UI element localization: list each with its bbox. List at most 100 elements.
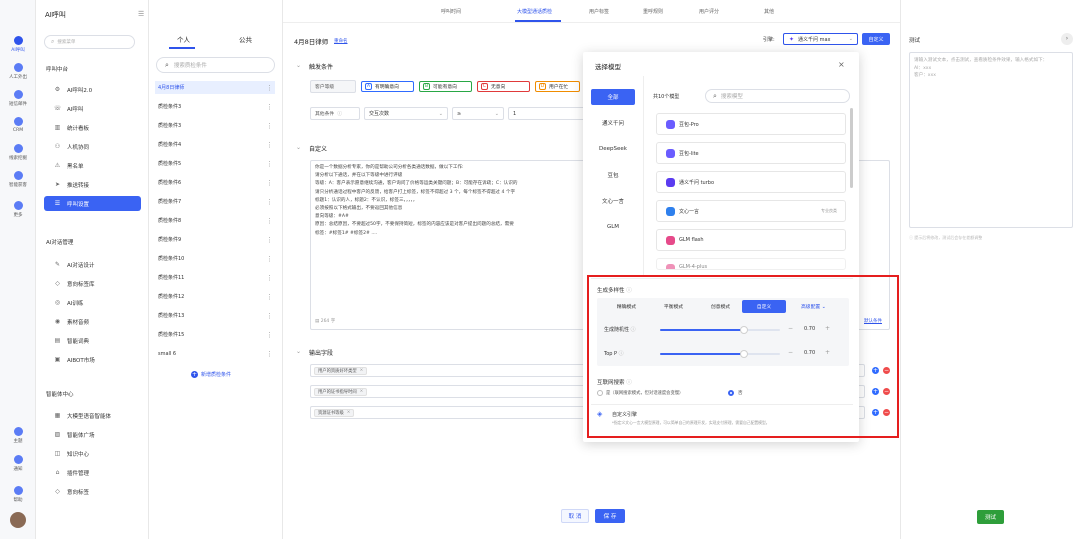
condition-list-item[interactable]: 质检条件7 ⋮ bbox=[155, 195, 275, 208]
rail-item-5[interactable]: 智能获客 bbox=[0, 171, 36, 188]
menu-item-items1-6[interactable]: ☰ 呼叫设置 bbox=[44, 196, 141, 211]
more-icon[interactable]: ⋮ bbox=[266, 160, 273, 168]
model-card[interactable]: 文心一言 专业良类 bbox=[656, 200, 846, 222]
menu-search[interactable]: ⌕ 搜索菜单 bbox=[44, 35, 135, 49]
more-icon[interactable]: ⋮ bbox=[266, 350, 273, 358]
provider-tab-5[interactable]: GLM bbox=[591, 219, 635, 235]
menu-item-items1-0[interactable]: ⚙ AI呼叫2.0 bbox=[44, 82, 141, 97]
menu-search-input[interactable]: 搜索菜单 bbox=[57, 39, 75, 45]
model-card[interactable]: GLM-4-plus bbox=[656, 258, 846, 270]
menu-item-items2-3[interactable]: ◉ 素材音频 bbox=[44, 314, 141, 329]
collapse-icon[interactable]: ⌄ bbox=[296, 348, 301, 355]
condition-list-item[interactable]: 质检条件11 ⋮ bbox=[155, 271, 275, 284]
intent-tag-C[interactable]: C 无意向 bbox=[477, 81, 530, 92]
more-icon[interactable]: ⋮ bbox=[266, 122, 273, 130]
trigger-field-select[interactable]: 客户等级 bbox=[310, 80, 356, 93]
more-icon[interactable]: ⋮ bbox=[266, 255, 273, 263]
tab-public[interactable]: 公共 bbox=[239, 34, 252, 44]
close-icon[interactable]: × bbox=[360, 368, 364, 373]
menu-item-items3-4[interactable]: ◇ 意向标签 bbox=[44, 484, 141, 499]
close-icon[interactable]: × bbox=[838, 60, 845, 69]
close-icon[interactable]: × bbox=[347, 410, 351, 415]
tab-3[interactable]: 重呼规则 bbox=[643, 8, 663, 15]
rail-item-4[interactable]: 线索挖掘 bbox=[0, 144, 36, 161]
condition-list-item[interactable]: 质检条件3 ⋮ bbox=[155, 119, 275, 132]
menu-item-items3-3[interactable]: ⌂ 插件管理 bbox=[44, 465, 141, 480]
tab-2[interactable]: 用户标签 bbox=[589, 8, 609, 15]
more-icon[interactable]: ⋮ bbox=[266, 84, 273, 92]
more-icon[interactable]: ⋮ bbox=[266, 293, 273, 301]
menu-item-items1-4[interactable]: ⚠ 黑名单 bbox=[44, 158, 141, 173]
tab-5[interactable]: 其他 bbox=[764, 8, 774, 15]
cancel-button[interactable]: 取 消 bbox=[561, 509, 589, 523]
collapse-menu-icon[interactable]: ☰ bbox=[138, 10, 144, 18]
close-icon[interactable]: × bbox=[360, 389, 364, 394]
test-input[interactable]: 请输入测试文本，点击测试，查看质检条件效果，输入格式如下： AI：xxx 客户：… bbox=[909, 52, 1073, 228]
condition-list-item[interactable]: 质检条件8 ⋮ bbox=[155, 214, 275, 227]
model-search-input[interactable]: 搜索模型 bbox=[721, 92, 743, 100]
rail-item-2[interactable]: 短信邮件 bbox=[0, 90, 36, 107]
custom-engine-button[interactable]: 自定义 bbox=[862, 33, 890, 45]
condition-list-item[interactable]: 质检条件9 ⋮ bbox=[155, 233, 275, 246]
condition-list-item[interactable]: small 6 ⋮ bbox=[155, 347, 275, 360]
menu-item-items2-5[interactable]: ▣ AIBOT市场 bbox=[44, 352, 141, 367]
provider-tab-1[interactable]: 通义千问 bbox=[591, 115, 635, 131]
add-condition-button[interactable]: + 新增质检条件 bbox=[191, 371, 231, 378]
more-icon[interactable]: ⋮ bbox=[266, 236, 273, 244]
menu-item-items3-0[interactable]: ▦ 大模型语音智能体 bbox=[44, 408, 141, 423]
tab-1[interactable]: 大模型通话质检 bbox=[517, 8, 552, 15]
save-button[interactable]: 保 存 bbox=[595, 509, 625, 523]
condition-list-item[interactable]: 质检条件13 ⋮ bbox=[155, 309, 275, 322]
more-icon[interactable]: ⋮ bbox=[266, 331, 273, 339]
engine-select[interactable]: ✦ 通义千问 max ⌄ bbox=[783, 33, 858, 45]
model-card[interactable]: GLM flash bbox=[656, 229, 846, 251]
menu-item-items1-3[interactable]: ⚇ 人机协同 bbox=[44, 139, 141, 154]
condition-list-item[interactable]: 质检条件3 ⋮ bbox=[155, 100, 275, 113]
scrollbar[interactable] bbox=[850, 108, 853, 188]
condition-search[interactable]: ⌕ 搜索质检条件 bbox=[156, 57, 275, 73]
more-icon[interactable]: ⋮ bbox=[266, 312, 273, 320]
collapse-icon[interactable]: ⌄ bbox=[296, 144, 301, 151]
provider-tab-0[interactable]: 全部 bbox=[591, 89, 635, 105]
provider-tab-3[interactable]: 豆包 bbox=[591, 167, 635, 183]
menu-item-items2-0[interactable]: ✎ AI对话设计 bbox=[44, 257, 141, 272]
model-search[interactable]: ⌕ 搜索模型 bbox=[705, 89, 850, 103]
rail-item-9[interactable]: 帮助 bbox=[0, 486, 36, 503]
more-icon[interactable]: ⋮ bbox=[266, 198, 273, 206]
more-icon[interactable]: ⋮ bbox=[266, 141, 273, 149]
condition-list-item[interactable]: 质检条件6 ⋮ bbox=[155, 176, 275, 189]
menu-item-items3-1[interactable]: ▨ 智能体广场 bbox=[44, 427, 141, 442]
rail-item-0[interactable]: AI呼叫 bbox=[0, 36, 36, 53]
rail-item-1[interactable]: 人工外出 bbox=[0, 63, 36, 80]
test-button[interactable]: 测试 bbox=[977, 510, 1004, 524]
condition-list-item[interactable]: 质检条件10 ⋮ bbox=[155, 252, 275, 265]
output-chip[interactable]: 资源证书等级 × bbox=[314, 408, 355, 417]
more-icon[interactable]: ⋮ bbox=[266, 179, 273, 187]
intent-tag-A[interactable]: A 有明确意向 bbox=[361, 81, 414, 92]
output-chip[interactable]: 用户的证书指导时间 × bbox=[314, 387, 368, 396]
rail-item-8[interactable]: 通知 bbox=[0, 455, 36, 472]
menu-item-items1-2[interactable]: ▥ 统计看板 bbox=[44, 120, 141, 135]
tab-0[interactable]: 呼叫时间 bbox=[441, 8, 461, 15]
provider-tab-4[interactable]: 文心一言 bbox=[591, 193, 635, 209]
rail-item-7[interactable]: 主题 bbox=[0, 427, 36, 444]
condition-list-item[interactable]: 4月8日律师 ⋮ bbox=[155, 81, 275, 94]
condition-list-item[interactable]: 质检条件12 ⋮ bbox=[155, 290, 275, 303]
intent-tag-D[interactable]: D 用户在忙 bbox=[535, 81, 580, 92]
rail-item-3[interactable]: CRM bbox=[0, 117, 36, 133]
more-icon[interactable]: ⋮ bbox=[266, 103, 273, 111]
chevron-right-icon[interactable]: › bbox=[1061, 33, 1073, 45]
menu-item-items3-2[interactable]: ◫ 知识中心 bbox=[44, 446, 141, 461]
collapse-icon[interactable]: ⌄ bbox=[296, 62, 301, 69]
rename-link[interactable]: 重命名 bbox=[334, 38, 348, 44]
condition-search-input[interactable]: 搜索质检条件 bbox=[174, 61, 207, 69]
avatar[interactable] bbox=[10, 512, 26, 528]
condition-list-item[interactable]: 质检条件15 ⋮ bbox=[155, 328, 275, 341]
output-chip[interactable]: 用户的资质好坏类型 × bbox=[314, 366, 368, 375]
rail-item-6[interactable]: 更多 bbox=[0, 201, 36, 218]
condition-list-item[interactable]: 质检条件5 ⋮ bbox=[155, 157, 275, 170]
tab-4[interactable]: 用户评分 bbox=[699, 8, 719, 15]
model-card[interactable]: 豆包-Pro bbox=[656, 113, 846, 135]
operand-select[interactable]: 交互次数 ⌄ bbox=[364, 107, 448, 120]
menu-item-items2-4[interactable]: ▤ 智能词典 bbox=[44, 333, 141, 348]
